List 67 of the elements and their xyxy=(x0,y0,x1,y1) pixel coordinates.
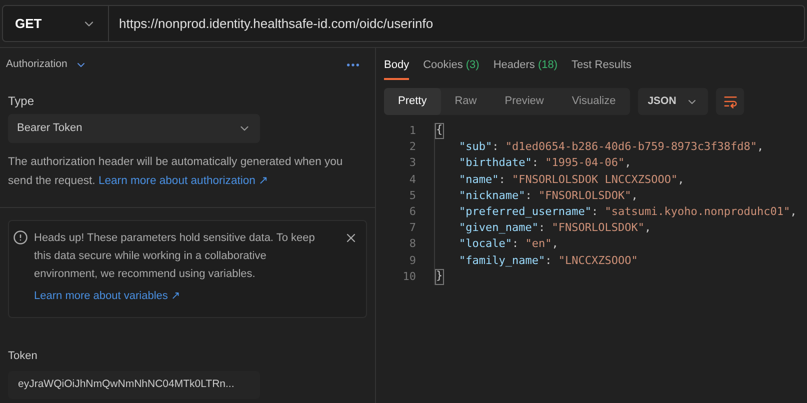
response-tab[interactable]: Headers (18) xyxy=(493,56,558,80)
view-mode-tab[interactable]: Preview xyxy=(490,88,558,115)
json-punctuation: : xyxy=(538,220,546,236)
line-number: 9 xyxy=(408,252,416,269)
json-punctuation: : xyxy=(498,172,506,188)
json-punctuation: , xyxy=(757,139,764,156)
line-number: 3 xyxy=(408,155,416,172)
view-mode-tab[interactable]: Raw xyxy=(440,88,491,115)
line-number: 10 xyxy=(402,268,416,285)
view-mode-tab[interactable]: Visualize xyxy=(558,88,630,115)
json-key: "sub" xyxy=(459,139,492,156)
line-number: 8 xyxy=(408,236,416,252)
wrap-lines-button[interactable] xyxy=(716,88,744,115)
method-dropdown[interactable]: GET xyxy=(2,5,109,42)
wrap-icon xyxy=(722,94,738,109)
json-string: "en" xyxy=(525,236,552,252)
view-mode-tab[interactable]: Pretty xyxy=(384,88,441,115)
learn-more-link[interactable]: Learn more about authorization ↗ xyxy=(98,175,268,187)
json-punctuation: , xyxy=(631,188,638,204)
json-punctuation: : xyxy=(512,236,520,252)
json-key: "preferred_username" xyxy=(459,204,592,220)
json-punctuation: , xyxy=(644,220,652,236)
line-number: 7 xyxy=(408,220,416,236)
json-punctuation: : xyxy=(591,204,600,220)
json-string: "FNSORLOLSDOK" xyxy=(552,220,644,236)
json-punctuation: : xyxy=(492,139,500,156)
json-key: "birthdate" xyxy=(459,155,532,172)
json-punctuation: , xyxy=(790,204,797,220)
auth-description: The authorization header will be automatically generated when you send the request. Learn more about authorization ↗ xyxy=(8,155,344,189)
type-dropdown[interactable]: Bearer Token xyxy=(8,114,260,143)
response-tab[interactable]: Test Results xyxy=(572,56,632,80)
token-field[interactable]: eyJraWQiOiJhNmQwNmNhNC04MTk0LTRn... xyxy=(8,370,260,398)
json-key: "nickname" xyxy=(459,188,526,204)
alert-message: Heads up! These parameters hold sensitive data. To keep this data secure while working in a collaborative environment, we recommend using variables. xyxy=(34,231,316,282)
json-key: "given_name" xyxy=(459,220,538,236)
json-punctuation: , xyxy=(552,236,558,252)
json-key: "family_name" xyxy=(459,252,546,269)
line-number: 4 xyxy=(408,172,416,188)
json-string: "1995-04-06" xyxy=(545,155,625,172)
response-tab[interactable]: Cookies (3) xyxy=(423,56,480,80)
json-key: "name" xyxy=(459,172,499,188)
variables-link[interactable]: Learn more about variables ↗ xyxy=(34,290,180,302)
json-string: "LNCCXZSOOO" xyxy=(558,252,638,269)
warning-icon xyxy=(13,230,28,245)
json-string: "d1ed0654-b286-40d6-b759-8973c3f38fd8" xyxy=(505,139,758,156)
json-punctuation: : xyxy=(545,252,553,269)
json-brace: { xyxy=(435,123,444,140)
type-label: Type xyxy=(8,93,36,110)
json-brace: } xyxy=(435,268,444,286)
json-string: "FNSORLOLSDOK" xyxy=(538,188,632,204)
response-tab[interactable]: Body xyxy=(384,56,410,80)
close-icon[interactable] xyxy=(344,231,358,245)
line-number: 2 xyxy=(408,139,416,156)
line-number: 1 xyxy=(408,123,416,139)
line-number: 5 xyxy=(408,188,416,204)
authorization-dropdown[interactable]: Authorization xyxy=(6,57,88,73)
json-string: "satsumi.kyoho.nonproduhc01" xyxy=(604,204,790,220)
json-key: "locale" xyxy=(459,236,512,253)
format-dropdown[interactable]: JSON xyxy=(638,88,708,115)
url-field[interactable]: https://nonprod.identity.healthsafe-id.com/oidc/userinfo xyxy=(109,5,805,42)
json-string: "FNSORLOLSDOK LNCCXZSOOO" xyxy=(512,172,678,188)
json-punctuation: , xyxy=(624,155,632,172)
json-punctuation: : xyxy=(525,188,533,204)
json-punctuation: : xyxy=(532,155,540,172)
json-punctuation: , xyxy=(678,172,684,188)
token-label: Token xyxy=(8,349,38,364)
line-number: 6 xyxy=(408,204,416,220)
